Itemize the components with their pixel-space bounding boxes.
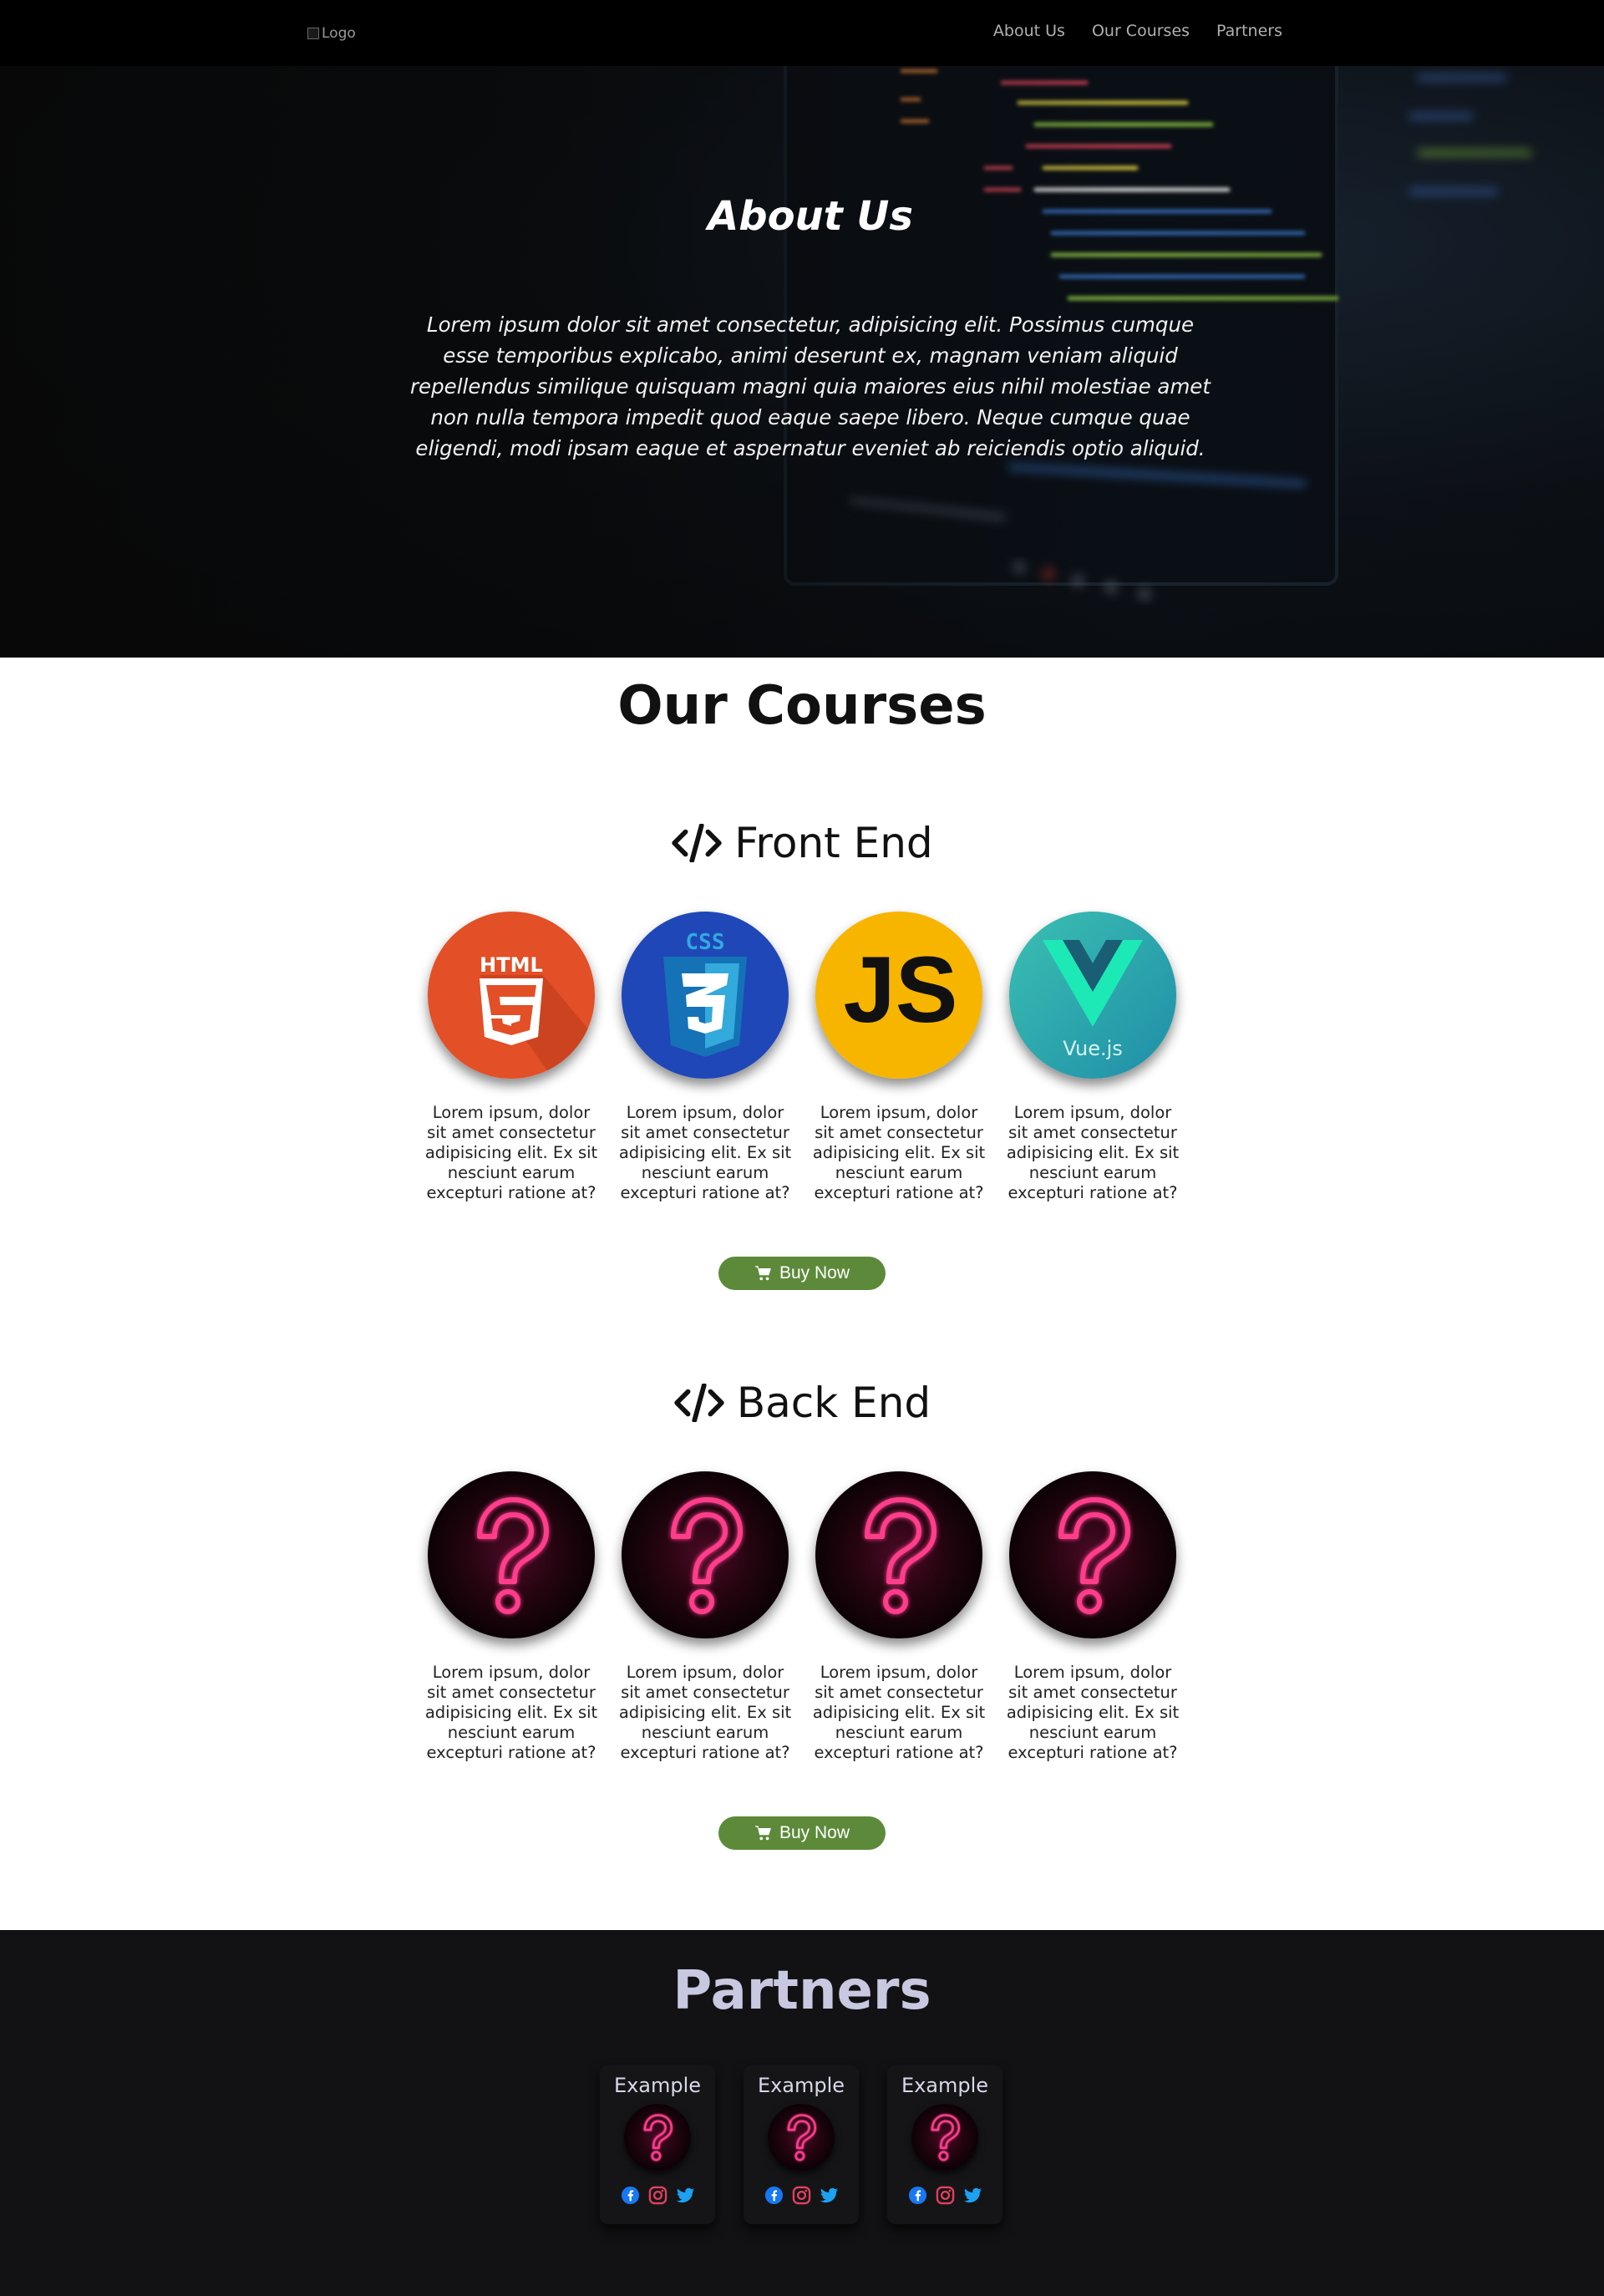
facebook-icon[interactable] [621, 2186, 640, 2205]
buy-now-label: Buy Now [779, 1263, 850, 1283]
question-mark-icon[interactable] [622, 1471, 789, 1638]
nav-links: About Us Our Courses Partners [993, 22, 1282, 40]
partners-title: Partners [673, 1960, 931, 2022]
vuejs-icon[interactable]: Vue.js [1009, 912, 1176, 1079]
front-end-heading-text: Front End [734, 819, 933, 867]
back-end-card-text: Lorem ipsum, dolor sit amet consectetur … [424, 1663, 598, 1762]
html5-icon[interactable]: HTML [428, 912, 595, 1079]
question-mark-icon [768, 2104, 835, 2171]
front-end-buy-now-button[interactable]: Buy Now [718, 1257, 886, 1290]
partner-card[interactable]: Example [600, 2065, 715, 2224]
top-navbar: Logo About Us Our Courses Partners [0, 0, 1604, 66]
svg-text:HTML: HTML [480, 953, 543, 977]
logo[interactable]: Logo [307, 25, 356, 42]
front-end-card-text: Lorem ipsum, dolor sit amet consectetur … [618, 1103, 792, 1202]
svg-text:JS: JS [844, 937, 958, 1042]
facebook-icon[interactable] [908, 2186, 927, 2205]
javascript-icon[interactable]: JS [815, 912, 982, 1079]
social-links [887, 2186, 1002, 2205]
svg-text:CSS: CSS [686, 930, 725, 955]
facebook-icon[interactable] [764, 2186, 784, 2205]
question-mark-icon[interactable] [1009, 1471, 1176, 1638]
front-end-card-text: Lorem ipsum, dolor sit amet consectetur … [1006, 1103, 1180, 1202]
code-icon [671, 824, 723, 862]
partner-card[interactable]: Example [887, 2065, 1002, 2224]
partner-name: Example [613, 2074, 702, 2097]
partners-section: Partners Example Example Example [0, 1930, 1604, 2296]
question-mark-icon[interactable] [428, 1471, 595, 1638]
instagram-icon[interactable] [792, 2186, 811, 2205]
partner-name: Example [901, 2074, 989, 2097]
shopping-cart-icon [754, 1264, 773, 1283]
css3-icon[interactable]: CSS [622, 912, 789, 1079]
twitter-icon[interactable] [820, 2186, 839, 2205]
back-end-heading: Back End [0, 1379, 1604, 1427]
about-us-text: Lorem ipsum dolor sit amet consectetur, … [409, 312, 1211, 460]
partner-card[interactable]: Example [744, 2065, 859, 2224]
hero-section: About Us Lorem ipsum dolor sit amet cons… [0, 66, 1604, 658]
back-end-card-text: Lorem ipsum, dolor sit amet consectetur … [1006, 1663, 1180, 1762]
logo-alt-text: Logo [322, 25, 356, 42]
nav-link-partners[interactable]: Partners [1216, 22, 1282, 40]
partner-name: Example [757, 2074, 845, 2097]
front-end-card-text: Lorem ipsum, dolor sit amet consectetur … [424, 1103, 598, 1202]
social-links [600, 2186, 715, 2205]
nav-link-our-courses[interactable]: Our Courses [1092, 22, 1190, 40]
twitter-icon[interactable] [676, 2186, 695, 2205]
instagram-icon[interactable] [648, 2186, 667, 2205]
twitter-icon[interactable] [963, 2186, 982, 2205]
question-mark-icon [911, 2104, 978, 2171]
buy-now-label: Buy Now [779, 1823, 850, 1842]
question-mark-icon [624, 2104, 691, 2171]
svg-text:Vue.js: Vue.js [1063, 1037, 1123, 1060]
back-end-card-text: Lorem ipsum, dolor sit amet consectetur … [618, 1663, 792, 1762]
code-icon [673, 1384, 725, 1422]
back-end-buy-now-button[interactable]: Buy Now [718, 1816, 886, 1850]
nav-link-about-us[interactable]: About Us [993, 22, 1065, 40]
shopping-cart-icon [754, 1824, 773, 1842]
our-courses-title: Our Courses [617, 675, 987, 737]
back-end-card-text: Lorem ipsum, dolor sit amet consectetur … [812, 1663, 986, 1762]
instagram-icon[interactable] [936, 2186, 955, 2205]
social-links [744, 2186, 859, 2205]
broken-image-icon [307, 28, 319, 39]
about-us-title: About Us [708, 193, 913, 240]
question-mark-icon[interactable] [815, 1471, 982, 1638]
front-end-heading: Front End [0, 819, 1604, 867]
back-end-heading-text: Back End [736, 1379, 931, 1427]
front-end-card-text: Lorem ipsum, dolor sit amet consectetur … [812, 1103, 986, 1202]
